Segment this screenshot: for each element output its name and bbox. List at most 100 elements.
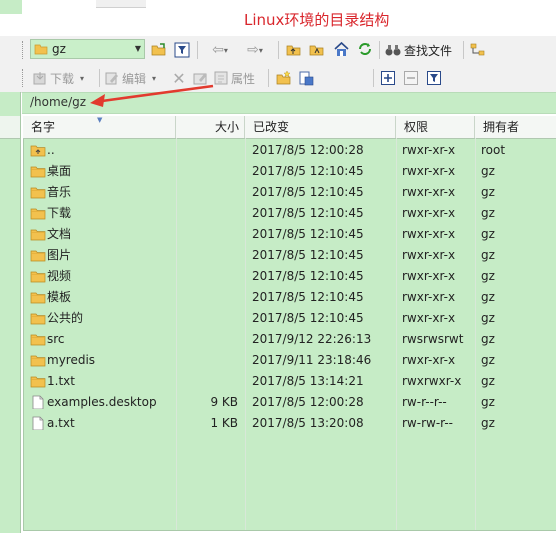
binoculars-icon bbox=[385, 45, 401, 56]
parent-directory-button[interactable] bbox=[285, 40, 303, 60]
file-modified: 2017/9/11 23:18:46 bbox=[252, 353, 372, 367]
chevron-down-icon: ▾ bbox=[258, 45, 263, 55]
new-folder-icon bbox=[276, 70, 291, 84]
properties-label: 属性 bbox=[231, 71, 256, 86]
table-row[interactable]: 下载 2017/8/5 12:10:45 rwxr-xr-x gz bbox=[23, 203, 556, 224]
folder-icon bbox=[30, 313, 46, 325]
column-header-modified[interactable]: 已改变 bbox=[245, 116, 396, 138]
file-owner: gz bbox=[481, 353, 495, 367]
folder-icon bbox=[30, 271, 46, 283]
file-permissions: rwsrwsrwt bbox=[402, 332, 464, 346]
file-permissions: rwxr-xr-x bbox=[402, 143, 456, 157]
file-permissions: rwxr-xr-x bbox=[402, 206, 456, 220]
table-row[interactable]: 文档 2017/8/5 12:10:45 rwxr-xr-x gz bbox=[23, 224, 556, 245]
table-row[interactable]: examples.desktop 9 KB 2017/8/5 12:00:28 rw-… bbox=[23, 392, 556, 413]
table-row[interactable]: src 2017/9/12 22:26:13 rwsrwsrwt gz bbox=[23, 329, 556, 350]
file-modified: 2017/8/5 12:00:28 bbox=[252, 143, 364, 157]
table-row[interactable]: 桌面 2017/8/5 12:10:45 rwxr-xr-x gz bbox=[23, 161, 556, 182]
file-name: examples.desktop bbox=[47, 395, 157, 409]
refresh-icon bbox=[359, 43, 371, 55]
download-icon bbox=[33, 72, 46, 85]
folder-icon bbox=[34, 44, 48, 55]
file-owner: gz bbox=[481, 164, 495, 178]
column-header-size[interactable]: 大小 bbox=[176, 116, 245, 138]
column-header-permissions[interactable]: 权限 bbox=[396, 116, 475, 138]
file-modified: 2017/8/5 12:10:45 bbox=[252, 227, 364, 241]
file-permissions: rwxr-xr-x bbox=[402, 164, 456, 178]
file-permissions: rw-r--r-- bbox=[402, 395, 447, 409]
location-combo[interactable]: gz ▼ bbox=[30, 39, 145, 59]
file-modified: 2017/8/5 12:10:45 bbox=[252, 164, 364, 178]
file-permissions: rwxr-xr-x bbox=[402, 290, 456, 304]
column-header-owner[interactable]: 拥有者 bbox=[475, 116, 556, 138]
root-directory-button[interactable] bbox=[308, 40, 326, 60]
file-owner: gz bbox=[481, 290, 495, 304]
new-file-button[interactable] bbox=[298, 68, 316, 88]
tree-icon bbox=[470, 43, 485, 56]
file-size: 9 KB bbox=[210, 395, 238, 409]
file-size bbox=[178, 287, 238, 308]
file-permissions: rwxrwxr-x bbox=[402, 374, 462, 388]
table-row[interactable]: .. 2017/8/5 12:00:28 rwxr-xr-x root bbox=[23, 140, 556, 161]
deselect-button[interactable] bbox=[403, 68, 419, 88]
chevron-down-icon: ▼ bbox=[134, 44, 141, 53]
chevron-down-icon: ▾ bbox=[223, 45, 228, 55]
file-owner: gz bbox=[481, 185, 495, 199]
minus-icon bbox=[404, 71, 418, 85]
file-name: 模板 bbox=[47, 290, 72, 304]
table-row[interactable]: 音乐 2017/8/5 12:10:45 rwxr-xr-x gz bbox=[23, 182, 556, 203]
folder-icon bbox=[30, 166, 46, 178]
toolbar-secondary: 下载 ▾ 编辑 ▾ ✕ 属性 bbox=[0, 64, 556, 93]
back-button[interactable]: ⇦ ▾ bbox=[205, 40, 235, 60]
find-files-button[interactable]: 查找文件 bbox=[385, 40, 460, 60]
file-name: 桌面 bbox=[47, 164, 72, 178]
file-size bbox=[178, 140, 238, 161]
filter-button[interactable] bbox=[172, 40, 192, 60]
file-size bbox=[178, 308, 238, 329]
table-row[interactable]: 图片 2017/8/5 12:10:45 rwxr-xr-x gz bbox=[23, 245, 556, 266]
table-row[interactable]: 视频 2017/8/5 12:10:45 rwxr-xr-x gz bbox=[23, 266, 556, 287]
new-file-icon bbox=[299, 71, 314, 85]
table-row[interactable]: 模板 2017/8/5 12:10:45 rwxr-xr-x gz bbox=[23, 287, 556, 308]
arrow-left-icon: ⇦ bbox=[212, 42, 224, 58]
file-modified: 2017/8/5 12:10:45 bbox=[252, 206, 364, 220]
open-folder-button[interactable] bbox=[150, 40, 168, 60]
properties-button[interactable]: 属性 bbox=[214, 68, 264, 88]
file-size bbox=[178, 350, 238, 371]
folder-icon bbox=[30, 334, 46, 346]
home-button[interactable] bbox=[331, 39, 351, 59]
current-path[interactable]: /home/gz bbox=[30, 95, 86, 109]
file-owner: gz bbox=[481, 332, 495, 346]
file-modified: 2017/8/5 12:10:45 bbox=[252, 185, 364, 199]
file-icon bbox=[32, 416, 44, 430]
file-name: 文档 bbox=[47, 227, 72, 241]
file-owner: gz bbox=[481, 395, 495, 409]
file-permissions: rw-rw-r-- bbox=[402, 416, 453, 430]
refresh-button[interactable] bbox=[355, 39, 375, 59]
window-fragment bbox=[96, 0, 146, 8]
parent-folder-icon bbox=[30, 145, 46, 157]
select-all-button[interactable] bbox=[380, 68, 396, 88]
file-size bbox=[178, 245, 238, 266]
find-files-label: 查找文件 bbox=[404, 43, 453, 58]
filter-select-button[interactable] bbox=[426, 68, 442, 88]
forward-button[interactable]: ⇨ ▾ bbox=[240, 40, 270, 60]
file-name: 视频 bbox=[47, 269, 72, 283]
folder-icon bbox=[30, 355, 46, 367]
table-row[interactable]: 公共的 2017/8/5 12:10:45 rwxr-xr-x gz bbox=[23, 308, 556, 329]
table-row[interactable]: 1.txt 2017/8/5 13:14:21 rwxrwxr-x gz bbox=[23, 371, 556, 392]
folder-icon bbox=[30, 292, 46, 304]
file-size bbox=[178, 203, 238, 224]
new-folder-button[interactable] bbox=[275, 68, 293, 88]
table-row[interactable]: a.txt 1 KB 2017/8/5 13:20:08 rw-rw-r-- gz bbox=[23, 413, 556, 434]
toolbar-grip[interactable] bbox=[22, 41, 27, 59]
toolbar-grip[interactable] bbox=[22, 69, 27, 87]
file-permissions: rwxr-xr-x bbox=[402, 248, 456, 262]
file-name: myredis bbox=[47, 353, 96, 367]
download-button[interactable]: 下载 ▾ bbox=[33, 68, 95, 88]
table-row[interactable]: myredis 2017/9/11 23:18:46 rwxr-xr-x gz bbox=[23, 350, 556, 371]
file-modified: 2017/8/5 12:00:28 bbox=[252, 395, 364, 409]
parent-folder-icon bbox=[286, 45, 301, 56]
tree-view-button[interactable] bbox=[468, 40, 488, 60]
file-owner: root bbox=[481, 143, 506, 157]
